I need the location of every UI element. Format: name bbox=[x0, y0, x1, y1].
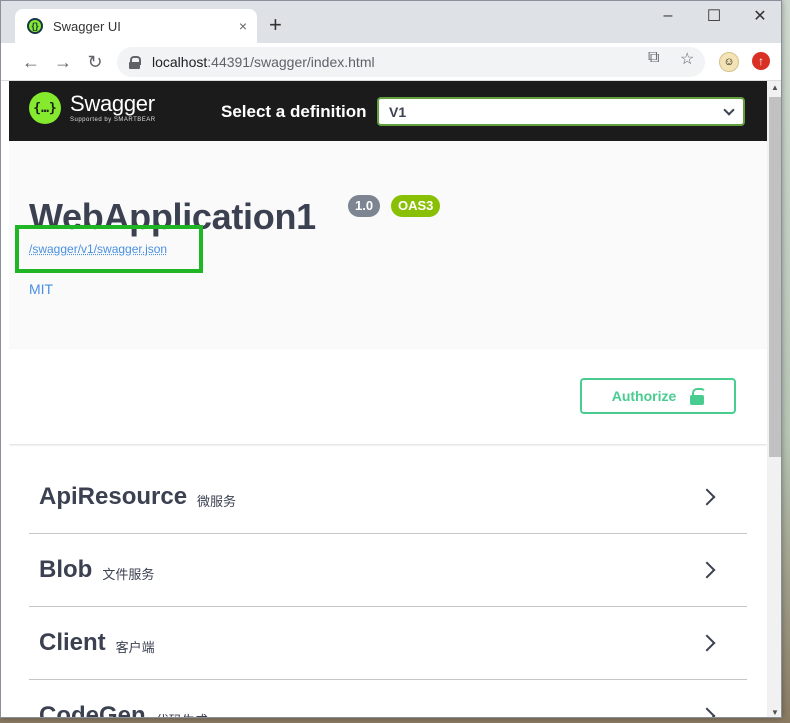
browser-toolbar: ← → ↻ localhost:44391/swagger/index.html… bbox=[1, 43, 781, 81]
tag-description: 代码生成 bbox=[156, 710, 208, 718]
logo-name: Swagger bbox=[70, 91, 155, 116]
maximize-button[interactable]: ☐ bbox=[691, 1, 737, 31]
tab-strip: {} Swagger UI × + – ☐ ✕ bbox=[1, 1, 781, 43]
translate-icon[interactable]: ⧉ bbox=[648, 49, 659, 67]
url-text[interactable]: localhost:44391/swagger/index.html bbox=[152, 54, 375, 70]
extension-icon[interactable]: ↑ bbox=[752, 52, 770, 70]
select-definition-label: Select a definition bbox=[221, 102, 367, 121]
close-tab-icon[interactable]: × bbox=[239, 18, 247, 34]
tag-name: ApiResource bbox=[39, 483, 188, 510]
tag-description: 客户端 bbox=[115, 639, 155, 655]
reload-button[interactable]: ↻ bbox=[84, 51, 106, 73]
tag-name: Blob bbox=[39, 556, 93, 583]
chevron-right-icon[interactable] bbox=[698, 561, 716, 579]
license-link[interactable]: MIT bbox=[29, 281, 53, 297]
page-viewport: {…} Swagger Supported by SMARTBEAR Selec… bbox=[9, 81, 767, 718]
profile-avatar[interactable]: ☺ bbox=[719, 52, 739, 72]
tag-section-blob[interactable]: Blob 文件服务 bbox=[29, 534, 747, 607]
swagger-logo-icon: {…} bbox=[29, 92, 61, 124]
lock-icon[interactable] bbox=[129, 55, 141, 69]
tag-list: ApiResource 微服务 Blob 文件服务 Client 客户端 Cod… bbox=[29, 461, 747, 718]
logo-subtitle: Supported by SMARTBEAR bbox=[70, 117, 156, 123]
tag-section-codegen[interactable]: CodeGen 代码生成 bbox=[29, 680, 747, 718]
swagger-favicon-icon: {} bbox=[27, 18, 43, 34]
tag-description: 微服务 bbox=[197, 493, 237, 509]
close-window-button[interactable]: ✕ bbox=[737, 1, 781, 31]
tag-section-apiresource[interactable]: ApiResource 微服务 bbox=[29, 461, 747, 534]
back-button[interactable]: ← bbox=[20, 51, 42, 73]
vertical-scrollbar[interactable]: ▲ ▼ bbox=[767, 81, 781, 717]
authorize-label: Authorize bbox=[611, 388, 677, 404]
scheme-container: Authorize bbox=[9, 349, 767, 444]
chevron-right-icon[interactable] bbox=[698, 634, 716, 652]
scroll-up-icon[interactable]: ▲ bbox=[771, 83, 779, 92]
oas-badge: OAS3 bbox=[391, 195, 441, 217]
api-info-section: WebApplication1 1.0 OAS3 /swagger/v1/swa… bbox=[9, 141, 767, 349]
swagger-logo[interactable]: {…} Swagger Supported by SMARTBEAR bbox=[29, 92, 156, 124]
definition-select[interactable]: V1 bbox=[377, 97, 745, 126]
tag-section-client[interactable]: Client 客户端 bbox=[29, 607, 747, 680]
chevron-down-icon bbox=[723, 103, 735, 116]
minimize-button[interactable]: – bbox=[645, 1, 691, 31]
chevron-right-icon[interactable] bbox=[698, 707, 716, 717]
swagger-topbar: {…} Swagger Supported by SMARTBEAR Selec… bbox=[9, 81, 767, 141]
tag-name: CodeGen bbox=[39, 702, 146, 718]
selected-definition: V1 bbox=[389, 103, 407, 120]
new-tab-button[interactable]: + bbox=[269, 13, 282, 37]
browser-window: {} Swagger UI × + – ☐ ✕ ← → ↻ localhost:… bbox=[0, 0, 782, 718]
scrollbar-thumb[interactable] bbox=[769, 97, 781, 457]
tag-description: 文件服务 bbox=[102, 566, 155, 582]
spec-json-link[interactable]: /swagger/v1/swagger.json bbox=[29, 242, 167, 256]
browser-tab[interactable]: {} Swagger UI × bbox=[15, 9, 257, 43]
version-badge: 1.0 bbox=[348, 195, 381, 217]
address-bar[interactable]: localhost:44391/swagger/index.html bbox=[117, 47, 705, 77]
scroll-down-icon[interactable]: ▼ bbox=[771, 708, 779, 717]
unlock-icon bbox=[690, 387, 707, 405]
chevron-right-icon[interactable] bbox=[698, 488, 716, 506]
forward-button[interactable]: → bbox=[52, 51, 74, 73]
tab-title: Swagger UI bbox=[53, 18, 121, 34]
tag-name: Client bbox=[39, 629, 106, 656]
bookmark-star-icon[interactable]: ☆ bbox=[680, 49, 694, 69]
authorize-button[interactable]: Authorize bbox=[580, 378, 736, 414]
